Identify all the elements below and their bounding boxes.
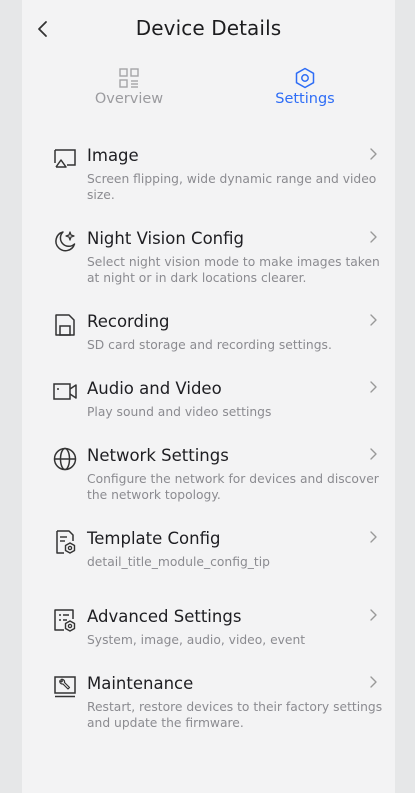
settings-item-template-config[interactable]: Template Config detail_title_module_conf…	[22, 529, 395, 575]
chevron-right-icon	[370, 676, 377, 688]
settings-item-desc: Select night vision mode to make images …	[87, 255, 380, 285]
settings-item-desc: Screen flipping, wide dynamic range and …	[87, 172, 377, 202]
chevron-right-icon	[370, 381, 377, 393]
image-icon	[54, 149, 76, 168]
settings-item-desc: detail_title_module_config_tip	[87, 555, 270, 569]
settings-item-night-vision[interactable]: Night Vision Config Select night vision …	[22, 229, 395, 291]
hexagon-settings-icon	[295, 67, 315, 89]
video-camera-icon	[53, 383, 77, 400]
settings-item-network[interactable]: Network Settings Configure the network f…	[22, 446, 395, 508]
settings-item-audio-video[interactable]: Audio and Video Play sound and video set…	[22, 379, 395, 425]
settings-item-title: Network Settings	[87, 446, 229, 465]
settings-item-title: Recording	[87, 312, 170, 331]
settings-item-desc: Play sound and video settings	[87, 405, 272, 419]
settings-item-title: Template Config	[87, 529, 221, 548]
settings-item-title: Image	[87, 146, 139, 165]
device-details-panel: Device Details Overview Settings Image S…	[22, 0, 395, 793]
advanced-settings-icon	[54, 609, 76, 632]
tab-settings[interactable]: Settings	[230, 64, 380, 120]
settings-item-title: Maintenance	[87, 674, 194, 693]
header: Device Details	[22, 0, 395, 58]
chevron-right-icon	[370, 531, 377, 543]
settings-item-desc: SD card storage and recording settings.	[87, 338, 332, 352]
settings-item-image[interactable]: Image Screen flipping, wide dynamic rang…	[22, 146, 395, 208]
settings-item-title: Night Vision Config	[87, 229, 244, 248]
maintenance-icon	[54, 676, 76, 698]
chevron-right-icon	[370, 148, 377, 160]
settings-item-recording[interactable]: Recording SD card storage and recording …	[22, 312, 395, 358]
settings-item-maintenance[interactable]: Maintenance Restart, restore devices to …	[22, 674, 395, 736]
settings-item-desc: Restart, restore devices to their factor…	[87, 700, 383, 730]
template-config-icon	[56, 530, 76, 554]
settings-item-desc: Configure the network for devices and di…	[87, 472, 379, 502]
tab-overview-label: Overview	[94, 91, 164, 107]
grid-icon	[119, 68, 139, 88]
settings-item-desc: System, image, audio, video, event	[87, 633, 306, 647]
tab-overview[interactable]: Overview	[54, 64, 204, 120]
chevron-right-icon	[370, 609, 377, 621]
sd-card-icon	[55, 314, 75, 336]
tab-settings-label: Settings	[275, 91, 335, 107]
settings-item-title: Advanced Settings	[87, 607, 242, 626]
chevron-right-icon	[370, 448, 377, 460]
globe-icon	[53, 447, 77, 471]
settings-item-advanced[interactable]: Advanced Settings System, image, audio, …	[22, 607, 395, 653]
moon-star-icon	[55, 231, 76, 252]
chevron-right-icon	[370, 231, 377, 243]
settings-item-title: Audio and Video	[87, 379, 222, 398]
tab-bar: Overview Settings	[22, 64, 395, 120]
page-title: Device Details	[135, 16, 282, 40]
chevron-right-icon	[370, 314, 377, 326]
